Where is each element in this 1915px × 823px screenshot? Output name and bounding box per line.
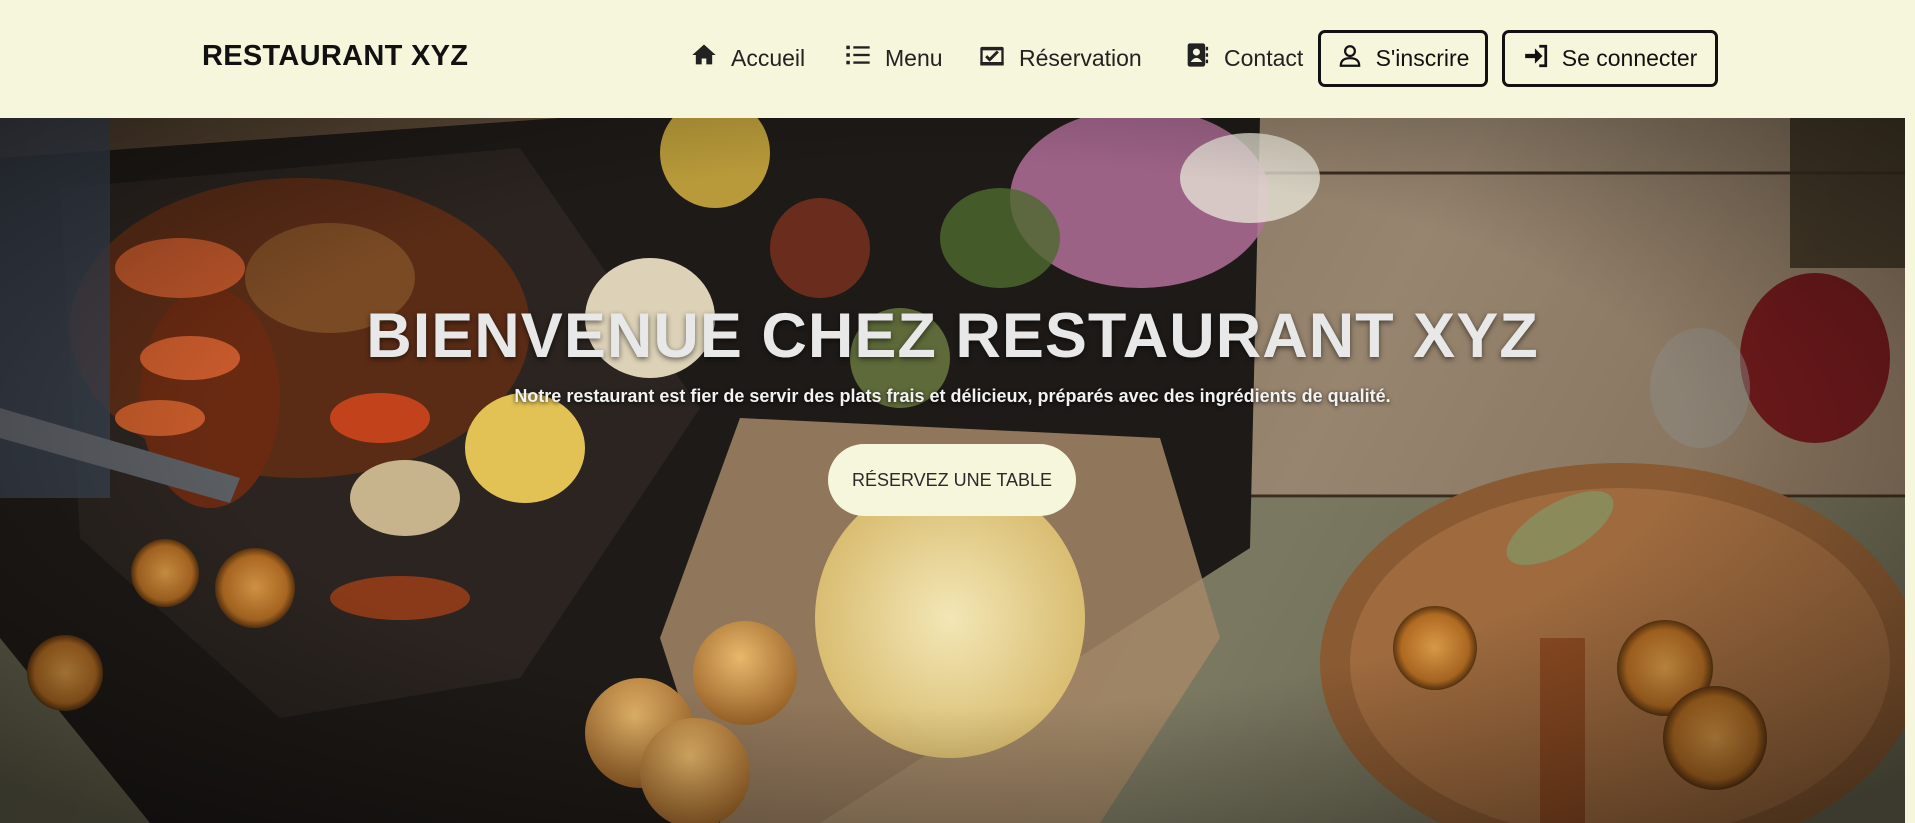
calendar-check-icon (978, 41, 1006, 75)
nav-link-label: Accueil (731, 44, 806, 71)
brand-logo[interactable]: RESTAURANT XYZ (202, 40, 468, 73)
nav-link-contact[interactable]: Contact (1183, 42, 1303, 74)
user-icon (1337, 43, 1363, 75)
nav-link-accueil[interactable]: Accueil (690, 42, 805, 74)
sign-in-icon (1523, 43, 1549, 75)
home-icon (690, 41, 718, 75)
nav-link-label: Réservation (1019, 44, 1142, 71)
navbar: RESTAURANT XYZ Accueil Menu Réservation (0, 0, 1915, 118)
hero-title: BIENVENUE CHEZ RESTAURANT XYZ (366, 301, 1539, 371)
register-label: S'inscrire (1375, 45, 1470, 71)
login-label: Se connecter (1561, 45, 1698, 71)
hero-section: BIENVENUE CHEZ RESTAURANT XYZ Notre rest… (0, 118, 1905, 823)
nav-link-menu[interactable]: Menu (844, 42, 943, 74)
nav-link-label: Menu (885, 44, 943, 71)
hero-subtitle: Notre restaurant est fier de servir des … (514, 386, 1391, 406)
nav-link-label: Contact (1224, 44, 1304, 71)
register-button[interactable]: S'inscrire (1318, 30, 1488, 87)
address-book-icon (1183, 41, 1211, 75)
login-button[interactable]: Se connecter (1502, 30, 1718, 87)
nav-link-reservation[interactable]: Réservation (978, 42, 1142, 74)
reserve-table-button[interactable]: RÉSERVEZ UNE TABLE (828, 444, 1076, 516)
list-icon (844, 41, 872, 75)
